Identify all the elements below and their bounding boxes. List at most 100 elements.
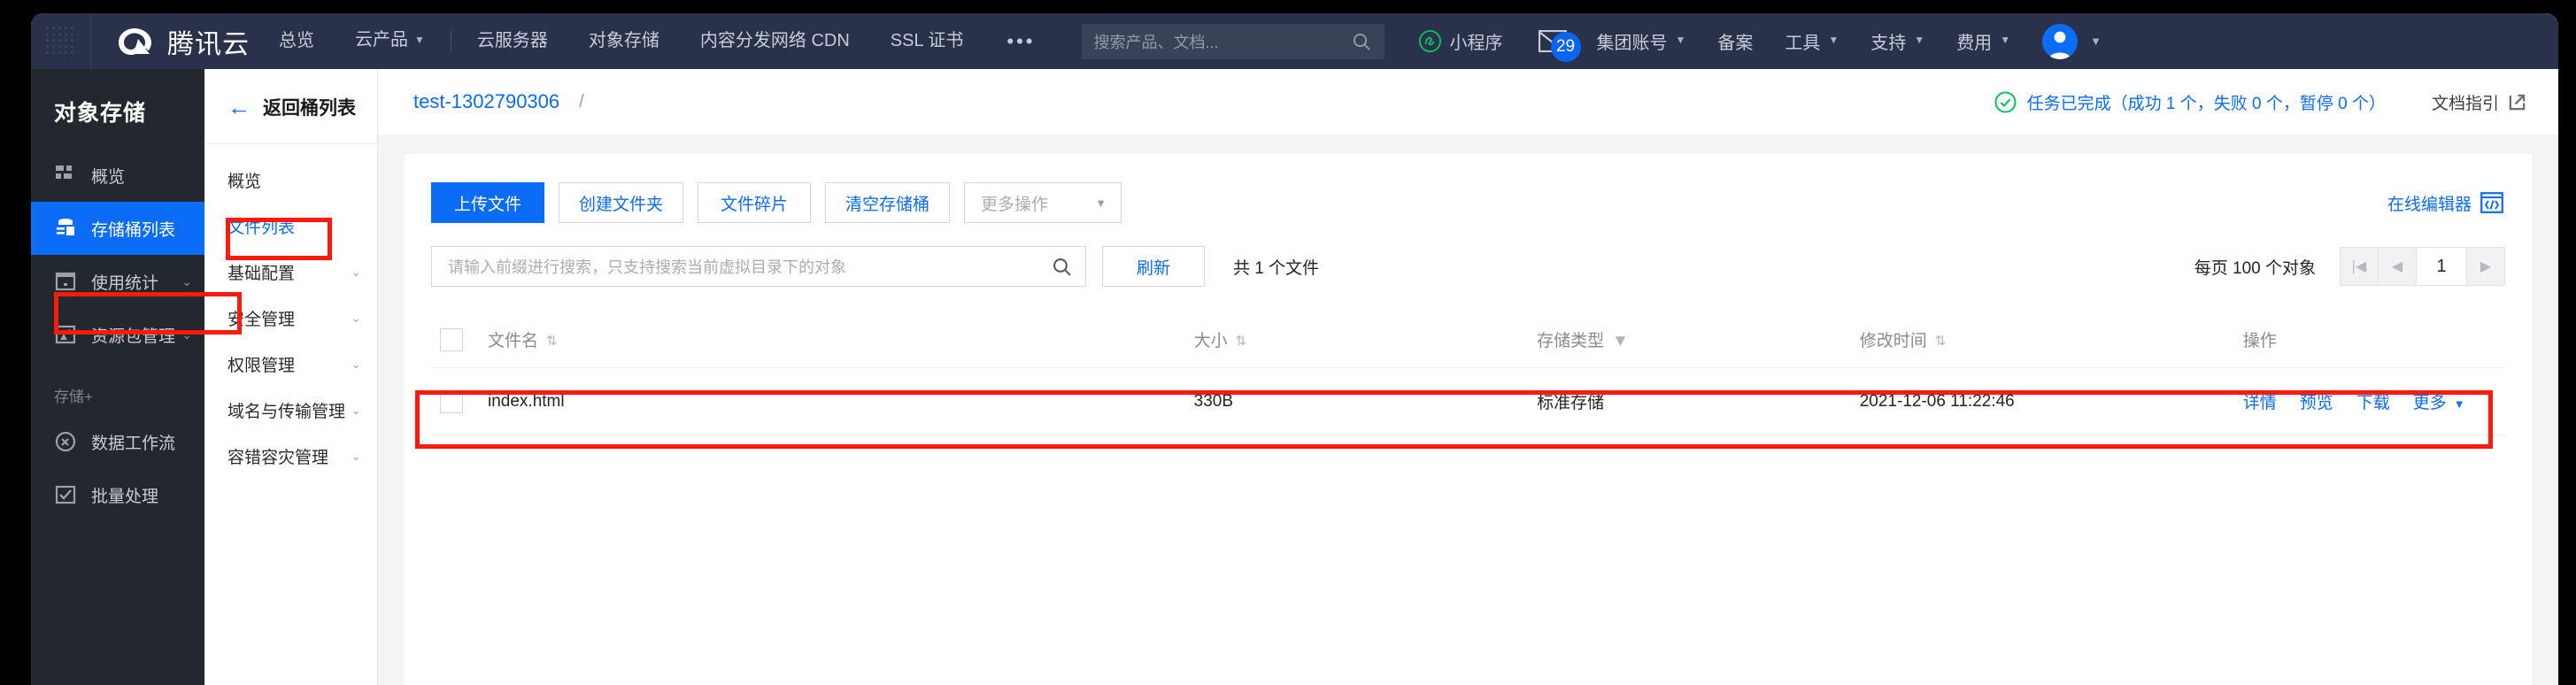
avatar-chevron-down-icon[interactable]: ▼	[2090, 35, 2102, 48]
chevron-down-icon: ⌄	[351, 402, 361, 417]
user-avatar-icon	[2042, 23, 2079, 59]
empty-bucket-button[interactable]: 清空存储桶	[825, 182, 951, 223]
avatar[interactable]	[2042, 23, 2079, 59]
nav-more-icon[interactable]: •••	[983, 13, 1058, 69]
global-search-input[interactable]: 搜索产品、文档...	[1081, 23, 1384, 59]
pagination-first-button[interactable]: |◀	[2340, 247, 2379, 286]
file-table: 文件名 ⇅ 大小 ⇅ 存储类型 ▼ 修改时间 ⇅ 操作 index.html 3…	[431, 312, 2505, 435]
subnav-item-label: 容错容灾管理	[228, 448, 329, 467]
sidebar-item-label: 数据工作流	[91, 434, 176, 453]
row-more-link[interactable]: 更多	[2413, 394, 2447, 412]
sidebar-item-data-workflow[interactable]: 数据工作流	[31, 415, 204, 468]
column-header-filename[interactable]: 文件名 ⇅	[488, 312, 1194, 368]
sidebar-item-resource-packages[interactable]: 资源包管理 ⌄	[31, 308, 204, 361]
nav-item-support[interactable]: 支持 ▼	[1855, 28, 1940, 54]
row-detail-link[interactable]: 详情	[2243, 394, 2277, 412]
chevron-down-icon: ▼	[1675, 33, 1686, 46]
breadcrumb-separator: /	[579, 91, 584, 112]
subnav-item-permissions[interactable]: 权限管理 ⌄	[204, 341, 377, 387]
app-grid-menu-icon[interactable]	[31, 13, 91, 69]
subnav-item-basic-config[interactable]: 基础配置 ⌄	[204, 249, 377, 295]
cloud-logo-icon	[119, 27, 151, 55]
row-checkbox[interactable]	[440, 389, 463, 413]
subnav-item-security[interactable]: 安全管理 ⌄	[204, 295, 377, 341]
chevron-down-icon: ⌄	[351, 310, 361, 325]
prefix-search-input[interactable]: 请输入前缀进行搜索，只支持搜索当前虚拟目录下的对象	[431, 246, 1086, 287]
sidebar-group-label: 存储+	[54, 389, 93, 405]
mini-program-label: 小程序	[1449, 34, 1503, 53]
back-label: 返回桶列表	[263, 98, 356, 119]
subnav-item-fault-tolerance[interactable]: 容错容灾管理 ⌄	[204, 433, 377, 479]
online-editor-label: 在线编辑器	[2387, 195, 2472, 214]
sidebar-item-bucket-list[interactable]: 存储桶列表	[31, 202, 204, 255]
search-placeholder: 搜索产品、文档...	[1093, 33, 1219, 51]
file-count-text: 共 1 个文件	[1233, 258, 1320, 278]
message-badge: 29	[1550, 32, 1581, 62]
subnav-item-overview[interactable]: 概览	[204, 157, 377, 203]
row-preview-link[interactable]: 预览	[2300, 394, 2333, 412]
chevron-down-icon: ⌄	[351, 356, 361, 371]
sidebar-title: 对象存储	[54, 101, 147, 126]
online-editor-link[interactable]: 在线编辑器	[2387, 191, 2503, 215]
task-status-badge[interactable]: 任务已完成（成功 1 个，失败 0 个，暂停 0 个）	[1994, 90, 2386, 114]
nav-item-cdn[interactable]: 内容分发网络 CDN	[680, 13, 870, 69]
mini-program-icon	[1418, 29, 1441, 53]
table-row[interactable]: index.html 330B 标准存储 2021-12-06 11:22:46…	[431, 367, 2505, 435]
nav-item-beian[interactable]: 备案	[1701, 28, 1769, 54]
more-operations-dropdown[interactable]: 更多操作 ▼	[964, 182, 1122, 223]
chevron-down-icon: ▼	[2000, 33, 2011, 46]
message-center-button[interactable]: 29	[1519, 30, 1581, 62]
chevron-down-icon[interactable]: ▼	[2454, 397, 2465, 411]
nav-item-billing[interactable]: 费用 ▼	[1940, 28, 2026, 54]
nav-item-cvm[interactable]: 云服务器	[457, 13, 568, 69]
create-folder-button[interactable]: 创建文件夹	[559, 182, 684, 223]
breadcrumb-bar: test-1302790306 / 任务已完成（成功 1 个，失败 0 个，暂停…	[378, 69, 2558, 135]
filter-icon: ▼	[1612, 332, 1629, 350]
pagination-current-page: 1	[2416, 247, 2467, 286]
column-header-storage-type[interactable]: 存储类型 ▼	[1537, 312, 1860, 368]
top-header: 腾讯云 总览 云产品 ▼ 云服务器 对象存储 内容分发网络 CDN SSL 证书 …	[31, 13, 2558, 69]
sort-icon: ⇅	[1235, 334, 1247, 349]
sidebar-item-batch-process[interactable]: 批量处理	[31, 468, 204, 521]
filter-row: 请输入前缀进行搜索，只支持搜索当前虚拟目录下的对象 刷新 共 1 个文件 每页 …	[431, 246, 2505, 287]
secondary-nav: 小程序 29 集团账号 ▼ 备案 工具 ▼ 支持 ▼ 费用 ▼ ▼	[1402, 13, 2121, 69]
select-all-checkbox[interactable]	[440, 327, 463, 351]
back-to-bucket-list-button[interactable]: ← 返回桶列表	[204, 69, 377, 143]
tencent-cloud-logo[interactable]: 腾讯云	[91, 22, 258, 61]
nav-item-cloud-products[interactable]: 云产品 ▼	[335, 13, 445, 70]
pagination-prev-button[interactable]: ◀	[2378, 247, 2417, 286]
grid-dots	[43, 24, 78, 58]
row-select-cell	[431, 367, 488, 435]
sidebar-item-label: 存储桶列表	[91, 220, 176, 240]
row-download-link[interactable]: 下载	[2356, 394, 2390, 412]
doc-guide-link[interactable]: 文档指引	[2432, 90, 2526, 114]
pagination: |◀ ◀ 1 ▶	[2340, 247, 2505, 286]
file-fragments-button[interactable]: 文件碎片	[698, 182, 812, 223]
subnav-item-domain-transfer[interactable]: 域名与传输管理 ⌄	[204, 387, 377, 433]
pagination-next-button[interactable]: ▶	[2466, 247, 2505, 286]
workflow-icon	[54, 430, 77, 453]
column-header-modified[interactable]: 修改时间 ⇅	[1859, 312, 2243, 368]
search-icon	[1353, 33, 1370, 50]
nav-item-mini-program[interactable]: 小程序	[1402, 28, 1519, 54]
nav-item-group-account[interactable]: 集团账号 ▼	[1581, 28, 1702, 54]
nav-item-ssl[interactable]: SSL 证书	[870, 13, 984, 69]
sidebar-item-label: 资源包管理	[91, 327, 176, 346]
cell-size: 330B	[1193, 367, 1538, 435]
per-page-text: 每页 100 个对象	[2194, 258, 2316, 278]
column-header-size[interactable]: 大小 ⇅	[1193, 312, 1538, 368]
refresh-button[interactable]: 刷新	[1102, 246, 1205, 287]
sidebar-item-label: 批量处理	[91, 487, 159, 506]
column-label: 文件名	[488, 332, 539, 350]
nav-item-tools[interactable]: 工具 ▼	[1769, 28, 1855, 54]
browser-viewport: 腾讯云 总览 云产品 ▼ 云服务器 对象存储 内容分发网络 CDN SSL 证书 …	[31, 13, 2558, 685]
code-editor-icon	[2480, 192, 2503, 213]
nav-item-cos[interactable]: 对象存储	[568, 13, 680, 69]
upload-file-button[interactable]: 上传文件	[431, 182, 544, 223]
sidebar-item-usage-stats[interactable]: 使用统计 ⌄	[31, 255, 204, 308]
breadcrumb-bucket-link[interactable]: test-1302790306	[413, 90, 559, 113]
sidebar-item-overview[interactable]: 概览	[31, 149, 204, 202]
nav-item-overview[interactable]: 总览	[258, 13, 335, 69]
subnav-item-label: 文件列表	[228, 218, 296, 237]
subnav-item-file-list[interactable]: 文件列表	[204, 203, 377, 249]
